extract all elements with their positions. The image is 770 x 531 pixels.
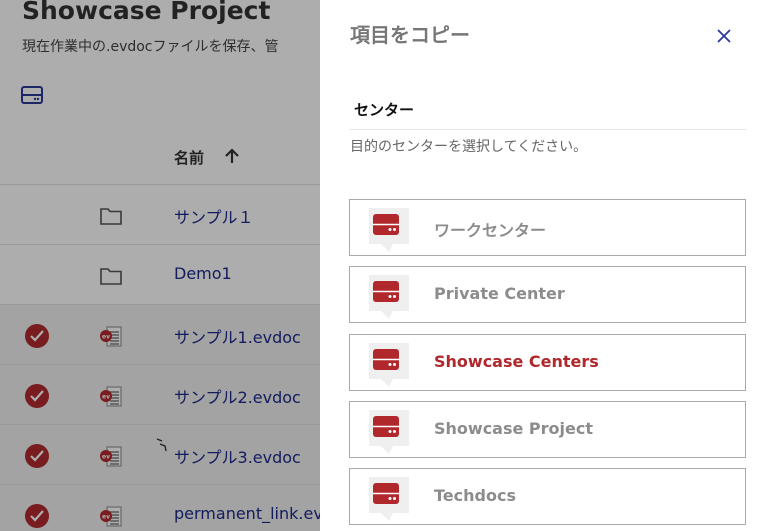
center-option[interactable]: Showcase Centers <box>349 333 746 391</box>
center-option-label: Showcase Project <box>434 418 593 438</box>
server-center-icon <box>369 342 415 387</box>
center-option[interactable]: Techdocs <box>349 468 746 526</box>
drawer-title: 項目をコピー <box>350 23 470 47</box>
server-center-icon <box>369 477 415 522</box>
center-option[interactable]: Showcase Project <box>349 400 746 458</box>
center-section-label: センター <box>354 101 415 119</box>
center-option-label: Showcase Centers <box>434 351 599 371</box>
center-option-label: Private Center <box>434 284 565 304</box>
server-center-icon <box>369 409 415 454</box>
close-icon[interactable] <box>714 26 734 46</box>
copy-item-drawer: 項目をコピー センター 目的のセンターを選択してください。 ワークセンター Pri… <box>320 0 770 531</box>
center-description: 目的のセンターを選択してください。 <box>350 139 588 155</box>
center-option[interactable]: ワークセンター <box>349 199 746 256</box>
divider <box>350 129 746 130</box>
server-center-icon <box>369 208 415 252</box>
center-option[interactable]: Private Center <box>349 266 746 324</box>
server-center-icon <box>369 275 415 320</box>
center-option-label: Techdocs <box>434 486 516 506</box>
center-option-label: ワークセンター <box>434 221 547 240</box>
